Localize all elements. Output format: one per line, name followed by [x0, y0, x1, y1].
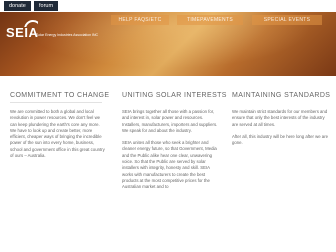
seia-logo[interactable]: SEIA Solar Energy Industries Association…	[6, 19, 116, 43]
column-paragraph: After all, this industry will be here lo…	[232, 133, 329, 146]
nav-item-special-events[interactable]: SPECIAL EVENTS	[252, 15, 322, 25]
column-standards: MAINTAINING STANDARDS We maintain strict…	[232, 92, 331, 146]
column-title: COMMITMENT TO CHANGE	[10, 92, 110, 99]
logo-text: SEIA	[6, 25, 39, 40]
column-title: UNITING SOLAR INTERESTS	[122, 92, 227, 99]
column-paragraph: SEIA unites all those who seek a brighte…	[122, 140, 217, 190]
column-title: MAINTAINING STANDARDS	[232, 92, 331, 99]
nav-item-timepavements[interactable]: TIMEPAVEMENTS	[177, 15, 243, 25]
top-bar: donate forum	[0, 0, 336, 12]
divider	[10, 102, 102, 103]
forum-button[interactable]: forum	[34, 1, 59, 11]
logo-subtitle: Solar Energy Industries Association INC	[36, 33, 99, 37]
column-paragraph: We are committed to both a global and lo…	[10, 109, 105, 159]
donate-button[interactable]: donate	[4, 1, 31, 11]
nav-item-help-faqs[interactable]: HELP FAQS/ETC	[111, 15, 169, 25]
column-paragraph: We maintain strict standards for our mem…	[232, 109, 328, 127]
column-uniting: UNITING SOLAR INTERESTS SEIA brings toge…	[122, 92, 227, 191]
column-paragraph: SEIA brings together all those with a pa…	[122, 109, 218, 133]
